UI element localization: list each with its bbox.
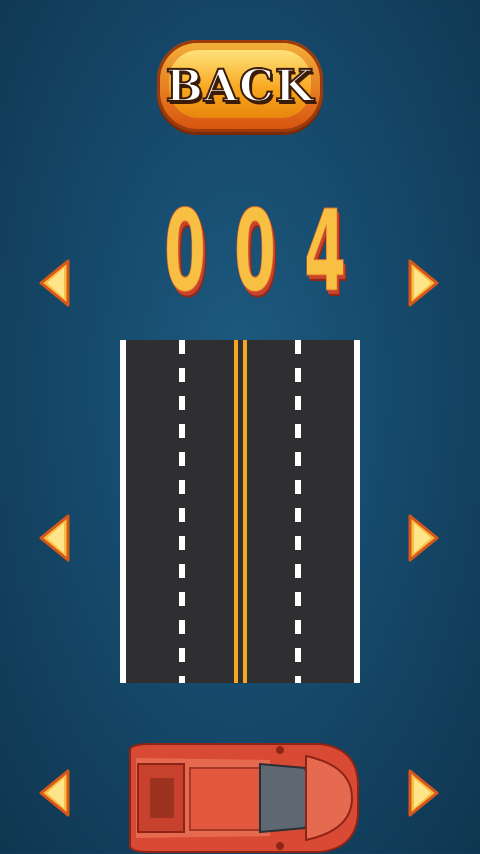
car-preview[interactable] bbox=[120, 742, 360, 854]
back-button-label: BACK bbox=[165, 60, 315, 113]
road-prev-arrow-icon[interactable] bbox=[38, 513, 72, 563]
counter-digit: 0 bbox=[234, 187, 277, 317]
level-counter: 0 0 4 bbox=[150, 187, 347, 317]
car-prev-arrow-icon[interactable] bbox=[38, 768, 72, 818]
back-button[interactable]: BACK bbox=[157, 40, 323, 132]
counter-digit: 4 bbox=[304, 187, 347, 317]
car-next-arrow-icon[interactable] bbox=[406, 768, 440, 818]
road-preview[interactable] bbox=[120, 340, 360, 683]
counter-digit: 0 bbox=[164, 187, 207, 317]
road-next-arrow-icon[interactable] bbox=[406, 513, 440, 563]
digit-prev-arrow-icon[interactable] bbox=[38, 258, 72, 308]
digit-next-arrow-icon[interactable] bbox=[406, 258, 440, 308]
